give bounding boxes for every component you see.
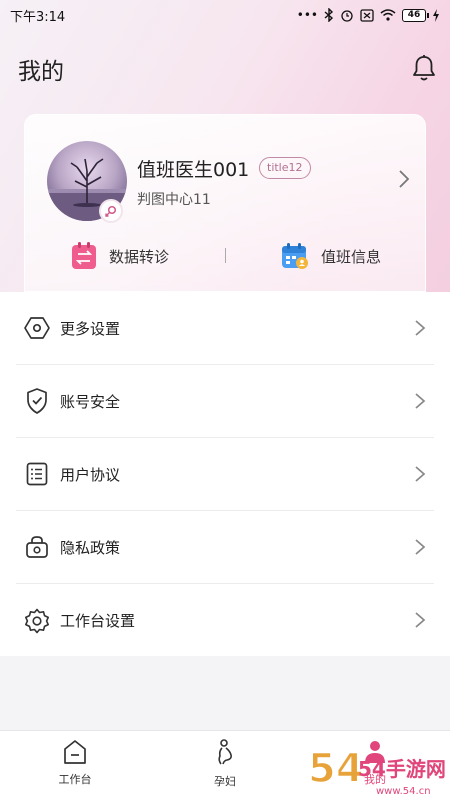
sim-off-icon xyxy=(360,8,374,22)
list-document-icon xyxy=(24,461,50,487)
menu-item-user-agreement[interactable]: 用户协议 xyxy=(16,438,434,511)
chevron-right-icon[interactable] xyxy=(397,169,411,189)
menu-item-account-security[interactable]: 账号安全 xyxy=(16,365,434,438)
data-transfer-label: 数据转诊 xyxy=(109,247,170,266)
status-icons: ••• 46 xyxy=(297,8,440,22)
svg-text:54: 54 xyxy=(308,746,364,792)
duty-info-label: 值班信息 xyxy=(321,247,382,266)
doctor-name: 值班医生001 xyxy=(137,159,250,181)
status-time: 下午3:14 xyxy=(10,9,66,25)
settings-menu: 更多设置 账号安全 用户协议 隐私政策 工作台设置 xyxy=(0,292,450,656)
gender-female-icon xyxy=(99,199,123,223)
notification-bell-button[interactable] xyxy=(408,52,440,84)
dots-icon: ••• xyxy=(296,8,318,22)
menu-label: 用户协议 xyxy=(60,465,121,484)
transfer-icon xyxy=(72,242,96,269)
watermark-logo: 54 54手游网 www.54.cn xyxy=(307,745,446,797)
shield-check-icon xyxy=(24,388,50,414)
profile-card[interactable]: 值班医生001 title12 判图中心11 数据转诊 值班信息 xyxy=(24,114,426,292)
bell-icon xyxy=(413,55,435,81)
charging-icon xyxy=(433,8,439,22)
menu-label: 更多设置 xyxy=(60,319,121,338)
chevron-right-icon xyxy=(415,539,426,555)
calendar-icon xyxy=(282,243,308,269)
home-icon xyxy=(64,740,86,764)
hexagon-settings-icon xyxy=(24,315,50,341)
status-bar: 下午3:14 ••• 46 xyxy=(0,0,450,30)
wifi-icon xyxy=(380,9,396,21)
chevron-right-icon xyxy=(415,393,426,409)
duty-info-button[interactable]: 值班信息 xyxy=(281,241,381,271)
menu-label: 账号安全 xyxy=(60,392,121,411)
action-divider xyxy=(225,248,226,263)
gear-icon xyxy=(24,608,50,634)
page-title: 我的 xyxy=(18,59,64,85)
bluetooth-icon xyxy=(324,8,334,22)
watermark-url: www.54.cn xyxy=(376,786,431,797)
tab-label: 孕妇 xyxy=(214,775,236,788)
battery-icon: 46 xyxy=(402,8,429,22)
pregnant-icon xyxy=(218,739,232,765)
center-name: 判图中心11 xyxy=(137,192,211,208)
menu-item-workbench-settings[interactable]: 工作台设置 xyxy=(16,584,434,657)
menu-label: 工作台设置 xyxy=(60,612,136,630)
chevron-right-icon xyxy=(415,320,426,336)
data-transfer-button[interactable]: 数据转诊 xyxy=(71,241,169,271)
menu-item-privacy-policy[interactable]: 隐私政策 xyxy=(16,511,434,584)
chevron-right-icon xyxy=(415,466,426,482)
tab-pregnant[interactable]: 孕妇 xyxy=(185,739,265,795)
tab-workbench[interactable]: 工作台 xyxy=(35,739,115,795)
menu-item-more-settings[interactable]: 更多设置 xyxy=(16,292,434,365)
menu-label: 隐私政策 xyxy=(60,538,121,557)
chevron-right-icon xyxy=(415,612,426,628)
alarm-icon xyxy=(341,10,353,22)
lock-bag-icon xyxy=(24,534,50,560)
watermark-text: 54手游网 xyxy=(358,757,446,781)
tab-label: 工作台 xyxy=(58,773,92,786)
title-badge: title12 xyxy=(259,157,311,179)
